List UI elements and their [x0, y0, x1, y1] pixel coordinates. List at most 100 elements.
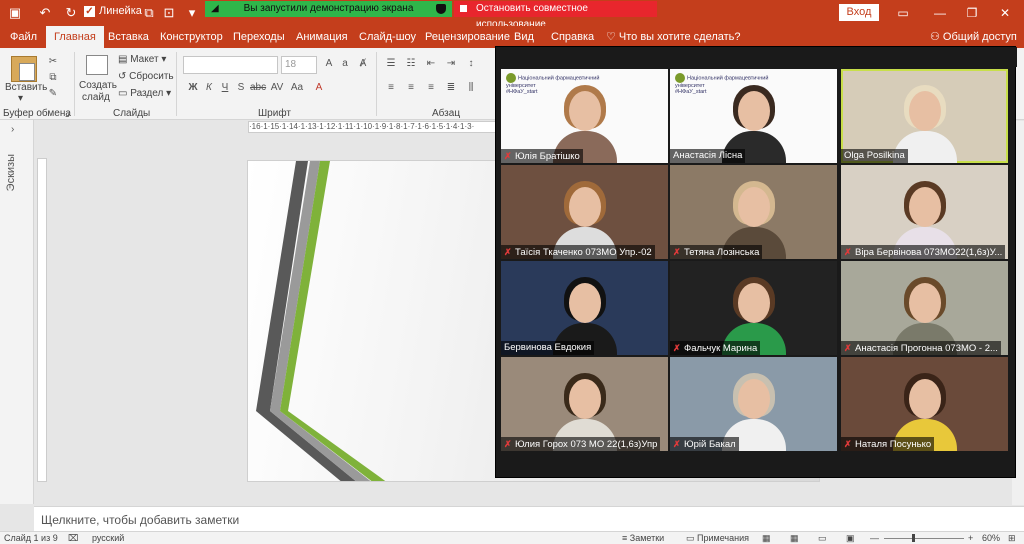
participant-tile[interactable]: ✗ Фальчук Марина — [670, 261, 837, 355]
close-icon[interactable]: ✕ — [995, 4, 1015, 22]
columns-icon[interactable]: ⫼ — [464, 82, 478, 94]
participant-tile[interactable]: ✗ Наталя Посунько — [841, 357, 1008, 451]
logo-line3: #НФаУ_start — [506, 89, 538, 95]
new-slide-icon[interactable] — [86, 55, 108, 75]
format-painter-icon[interactable]: ✎ — [46, 88, 60, 100]
notes-pane[interactable]: Щелкните, чтобы добавить заметки — [34, 506, 1024, 531]
grow-font-icon[interactable]: A — [322, 58, 336, 70]
slideshow-icon[interactable]: ⊡ — [160, 4, 178, 22]
zoom-slider[interactable] — [884, 538, 964, 539]
align-right-icon[interactable]: ≡ — [424, 82, 438, 94]
new-slide-button[interactable]: Создать — [79, 80, 117, 91]
clipboard-launcher-icon[interactable]: ⌟ — [65, 108, 70, 119]
save-icon[interactable]: ▣ — [6, 4, 24, 22]
slide-sorter-icon[interactable]: ▦ — [790, 533, 799, 544]
participant-tile[interactable]: ✗ Анастасія Прогонна 073МО - 2... — [841, 261, 1008, 355]
ruler-checkbox[interactable]: ✓ Линейка — [84, 5, 142, 17]
participant-tile[interactable]: Національний фармацевтичний університет #Н… — [670, 69, 837, 163]
layout-button[interactable]: ▤ Макет ▾ — [118, 54, 166, 65]
font-family-select[interactable] — [183, 56, 278, 74]
mic-muted-icon: ✗ — [673, 247, 681, 257]
zoom-in-icon[interactable]: + — [968, 533, 973, 543]
italic-icon[interactable]: К — [202, 82, 216, 94]
minimize-icon[interactable]: — — [930, 4, 950, 22]
tab-animation[interactable]: Анимация — [296, 26, 348, 48]
shadow-icon[interactable]: S — [234, 82, 248, 94]
zoom-out-icon[interactable]: — — [870, 533, 879, 543]
copy-icon[interactable]: ⧉ — [46, 72, 60, 84]
slideshow-view-icon[interactable]: ▣ — [846, 533, 855, 544]
tab-file[interactable]: Файл — [10, 26, 37, 48]
group-separator — [176, 52, 177, 116]
justify-icon[interactable]: ≣ — [444, 82, 458, 94]
cut-icon[interactable]: ✂ — [46, 56, 60, 68]
person-icon: ⚇ — [930, 31, 943, 43]
font-size-select[interactable]: 18 — [281, 56, 317, 74]
tab-home[interactable]: Главная — [46, 26, 104, 48]
tell-me-search[interactable]: ♡ Что вы хотите сделать? — [606, 26, 741, 48]
comments-toggle[interactable]: ▭ Примечания — [686, 533, 749, 544]
participant-tile[interactable]: ✗ Віра Бервінова 073МО22(1,6з)У... — [841, 165, 1008, 259]
thumbnails-panel[interactable]: › Эскизы — [0, 120, 34, 504]
participant-tile[interactable]: Національний фармацевтичний університет #Н… — [501, 69, 668, 163]
copy-format-icon[interactable]: ⧉ — [140, 4, 158, 22]
participant-tile[interactable]: ✗ Таїсія Ткаченко 073МО Упр.-02 — [501, 165, 668, 259]
indent-icon[interactable]: ⇤ — [424, 58, 438, 70]
align-center-icon[interactable]: ≡ — [404, 82, 418, 94]
spellcheck-icon[interactable]: ⌧ — [68, 533, 78, 544]
tab-design[interactable]: Конструктор — [160, 26, 223, 48]
paste-button[interactable]: Вставить — [5, 82, 47, 93]
zoom-level[interactable]: 60% — [982, 533, 1000, 543]
normal-view-icon[interactable]: ▦ — [762, 533, 771, 544]
zoom-slider-thumb[interactable] — [912, 534, 915, 542]
font-color-icon[interactable]: A — [312, 82, 326, 94]
login-button[interactable]: Вход — [839, 4, 879, 21]
participant-tile[interactable]: ✗ Юрій Бакал — [670, 357, 837, 451]
numbering-icon[interactable]: ☷ — [404, 58, 418, 70]
tab-view[interactable]: Вид — [514, 26, 534, 48]
line-spacing-icon[interactable]: ↕ — [464, 58, 478, 70]
participant-tile[interactable]: ✗ Юлия Горох 073 МО 22(1,6з)Упр — [501, 357, 668, 451]
undo-icon[interactable]: ↶ — [36, 4, 54, 22]
share-access-button[interactable]: ⚇ Общий доступ — [930, 26, 1017, 48]
section-button[interactable]: ▭ Раздел ▾ — [118, 88, 171, 99]
redo-icon[interactable]: ↻ — [62, 4, 80, 22]
tab-slideshow[interactable]: Слайд-шоу — [359, 26, 416, 48]
tell-me-label: Что вы хотите сделать? — [618, 31, 741, 43]
tab-insert[interactable]: Вставка — [108, 26, 149, 48]
reset-label: Сбросить — [129, 71, 174, 82]
participant-tile[interactable]: Бервинова Евдокия — [501, 261, 668, 355]
case-icon[interactable]: Aa — [290, 82, 304, 94]
expand-chevron-icon[interactable]: › — [11, 124, 14, 135]
bullets-icon[interactable]: ☰ — [384, 58, 398, 70]
reset-button[interactable]: ↺ Сбросить — [118, 71, 174, 82]
stop-share-button[interactable]: Остановить совместное использование — [454, 1, 657, 30]
more-icon[interactable]: ▾ — [183, 4, 201, 22]
bold-icon[interactable]: Ж — [186, 82, 200, 94]
new-slide-button-line2[interactable]: слайд — [82, 92, 110, 103]
status-bar: Слайд 1 из 9 ⌧ русский ≡ Заметки ▭ Приме… — [0, 531, 1024, 544]
strikethrough-icon[interactable]: abc — [250, 82, 266, 94]
participant-name-text: Бервинова Евдокия — [504, 342, 592, 353]
shrink-font-icon[interactable]: a — [338, 58, 352, 70]
outdent-icon[interactable]: ⇥ — [444, 58, 458, 70]
tab-help[interactable]: Справка — [551, 26, 594, 48]
gallery-header — [496, 47, 1017, 67]
paste-icon[interactable] — [11, 56, 37, 82]
participant-tile[interactable]: ✗ Тетяна Лозінська — [670, 165, 837, 259]
tab-review[interactable]: Рецензирование — [425, 26, 510, 48]
participant-tile-active[interactable]: Olga Posilkina — [841, 69, 1008, 163]
tab-transitions[interactable]: Переходы — [233, 26, 285, 48]
paste-dropdown-icon[interactable]: ▾ — [18, 93, 23, 104]
spacing-icon[interactable]: AV — [270, 82, 284, 94]
language-indicator[interactable]: русский — [92, 533, 124, 543]
reading-view-icon[interactable]: ▭ — [818, 533, 827, 544]
fit-slide-icon[interactable]: ⊞ — [1008, 533, 1016, 544]
clear-format-icon[interactable]: Ⱥ — [356, 58, 370, 70]
align-left-icon[interactable]: ≡ — [384, 82, 398, 94]
restore-icon[interactable]: ❐ — [962, 4, 982, 22]
participant-name: ✗ Фальчук Марина — [670, 341, 761, 355]
underline-icon[interactable]: Ч — [218, 82, 232, 94]
notes-toggle[interactable]: ≡ Заметки — [622, 533, 664, 543]
ribbon-display-icon[interactable]: ▭ — [893, 4, 913, 22]
